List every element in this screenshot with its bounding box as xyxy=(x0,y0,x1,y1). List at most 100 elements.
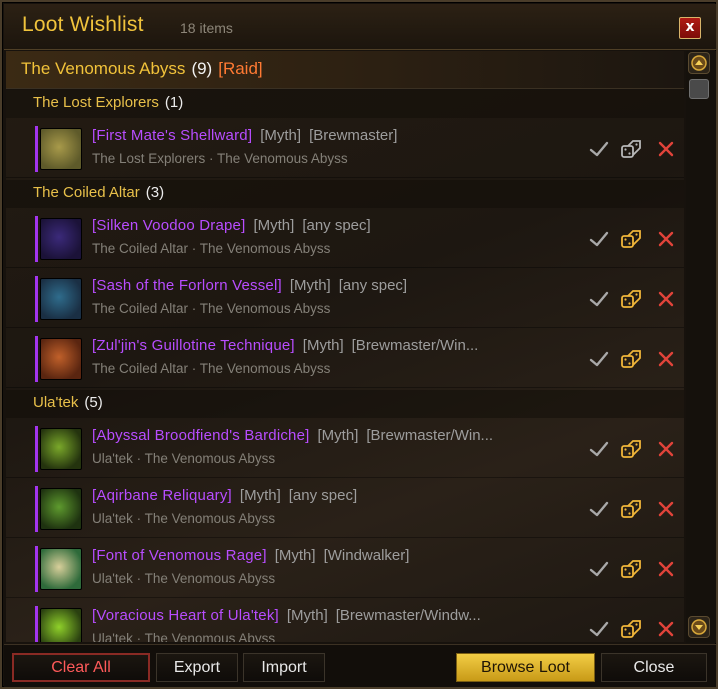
list-item[interactable]: [First Mate's Shellward] [Myth] [Brewmaste… xyxy=(6,120,684,178)
remove-item-button[interactable] xyxy=(654,557,678,581)
boss-name: Ula'tek xyxy=(33,394,79,411)
mark-obtained-button[interactable] xyxy=(587,287,611,311)
dice-icon xyxy=(621,440,641,458)
boss-title: The Lost Explorers (1) xyxy=(33,94,183,111)
browse-loot-button[interactable]: Browse Loot xyxy=(456,653,595,682)
checkmark-icon xyxy=(589,231,609,247)
roll-dice-button[interactable] xyxy=(619,137,643,161)
boss-count: (3) xyxy=(145,184,165,201)
mark-obtained-button[interactable] xyxy=(587,137,611,161)
export-button[interactable]: Export xyxy=(156,653,238,682)
title-bar[interactable]: Loot Wishlist 18 items x xyxy=(4,4,716,50)
item-source: The Coiled Altar · The Venomous Abyss xyxy=(92,361,331,376)
item-name-link[interactable]: [Aqirbane Reliquary] xyxy=(92,487,232,504)
close-window-button[interactable]: x xyxy=(679,17,701,39)
boss-header[interactable]: The Coiled Altar (3) xyxy=(6,180,684,208)
item-title-line: [Silken Voodoo Drape] [Myth] [any spec] xyxy=(92,217,582,234)
quality-bar xyxy=(35,216,38,262)
raid-header[interactable]: The Venomous Abyss (9) [Raid] xyxy=(6,51,684,89)
quality-bar xyxy=(35,276,38,322)
belt-icon xyxy=(40,278,82,320)
item-name-link[interactable]: [First Mate's Shellward] xyxy=(92,127,252,144)
checkmark-icon xyxy=(589,441,609,457)
roll-dice-button[interactable] xyxy=(619,347,643,371)
close-icon xyxy=(658,561,674,577)
item-name-link[interactable]: [Abyssal Broodfiend's Bardiche] xyxy=(92,427,310,444)
mark-obtained-button[interactable] xyxy=(587,437,611,461)
close-icon: x xyxy=(685,19,695,35)
item-count: 18 items xyxy=(180,20,233,36)
remove-item-button[interactable] xyxy=(654,347,678,371)
close-button[interactable]: Close xyxy=(601,653,707,682)
boss-header[interactable]: Ula'tek (5) xyxy=(6,390,684,418)
checkmark-icon xyxy=(589,501,609,517)
difficulty-tag: [Myth] xyxy=(286,607,328,624)
item-name-link[interactable]: [Voracious Heart of Ula'tek] xyxy=(92,607,279,624)
remove-item-button[interactable] xyxy=(654,137,678,161)
list-item[interactable]: [Zul'jin's Guillotine Technique] [Myth] [B… xyxy=(6,330,684,388)
list-item[interactable]: [Abyssal Broodfiend's Bardiche] [Myth] [Br… xyxy=(6,420,684,478)
mark-obtained-button[interactable] xyxy=(587,497,611,521)
item-name-link[interactable]: [Zul'jin's Guillotine Technique] xyxy=(92,337,295,354)
remove-item-button[interactable] xyxy=(654,287,678,311)
remove-item-button[interactable] xyxy=(654,227,678,251)
close-icon xyxy=(658,501,674,517)
remove-item-button[interactable] xyxy=(654,497,678,521)
list-item[interactable]: [Font of Venomous Rage] [Myth] [Windwalker… xyxy=(6,540,684,598)
wishlist-list: The Lost Explorers (1) [First Mate's Shell… xyxy=(6,90,684,642)
cloak-icon xyxy=(40,218,82,260)
roll-dice-button[interactable] xyxy=(619,557,643,581)
scroll-up-icon xyxy=(691,55,707,71)
item-source: The Coiled Altar · The Venomous Abyss xyxy=(92,241,331,256)
roll-dice-button[interactable] xyxy=(619,227,643,251)
boss-name: The Lost Explorers xyxy=(33,94,159,111)
remove-item-button[interactable] xyxy=(654,617,678,641)
roll-dice-button[interactable] xyxy=(619,437,643,461)
item-title-line: [Voracious Heart of Ula'tek] [Myth] [Brewm… xyxy=(92,607,582,624)
boss-count: (5) xyxy=(84,394,103,411)
spec-tag: [any spec] xyxy=(302,217,371,234)
dice-icon xyxy=(621,140,641,158)
close-icon xyxy=(658,141,674,157)
difficulty-tag: [Myth] xyxy=(260,127,302,144)
difficulty-tag: [Myth] xyxy=(253,217,295,234)
relic-icon xyxy=(40,488,82,530)
mark-obtained-button[interactable] xyxy=(587,227,611,251)
difficulty-tag: [Myth] xyxy=(274,547,316,564)
scroll-down-button[interactable] xyxy=(688,616,710,638)
mark-obtained-button[interactable] xyxy=(587,557,611,581)
item-name-link[interactable]: [Silken Voodoo Drape] xyxy=(92,217,245,234)
roll-dice-button[interactable] xyxy=(619,617,643,641)
list-item[interactable]: [Voracious Heart of Ula'tek] [Myth] [Brewm… xyxy=(6,600,684,642)
boss-count: (1) xyxy=(164,94,184,111)
raid-title: The Venomous Abyss (9) [Raid] xyxy=(21,59,263,79)
item-name-link[interactable]: [Sash of the Forlorn Vessel] xyxy=(92,277,282,294)
boss-header[interactable]: The Lost Explorers (1) xyxy=(6,90,684,118)
import-button[interactable]: Import xyxy=(243,653,325,682)
item-source: Ula'tek · The Venomous Abyss xyxy=(92,631,276,642)
difficulty-tag: [Myth] xyxy=(239,487,281,504)
checkmark-icon xyxy=(589,141,609,157)
item-source: The Lost Explorers · The Venomous Abyss xyxy=(92,151,348,166)
list-item[interactable]: [Aqirbane Reliquary] [Myth] [any spec] Ula'… xyxy=(6,480,684,538)
item-title-line: [Abyssal Broodfiend's Bardiche] [Myth] [Br… xyxy=(92,427,582,444)
scrollbar[interactable] xyxy=(686,51,716,643)
clear-all-button[interactable]: Clear All xyxy=(12,653,150,682)
serpent-trinket-icon xyxy=(40,548,82,590)
list-item[interactable]: [Sash of the Forlorn Vessel] [Myth] [any s… xyxy=(6,270,684,328)
scroll-thumb[interactable] xyxy=(689,79,709,99)
list-item[interactable]: [Silken Voodoo Drape] [Myth] [any spec] The… xyxy=(6,210,684,268)
quality-bar xyxy=(35,426,38,472)
heart-icon xyxy=(40,608,82,642)
dice-icon xyxy=(621,350,641,368)
roll-dice-button[interactable] xyxy=(619,287,643,311)
item-name-link[interactable]: [Font of Venomous Rage] xyxy=(92,547,267,564)
mark-obtained-button[interactable] xyxy=(587,347,611,371)
item-title-line: [Zul'jin's Guillotine Technique] [Myth] [B… xyxy=(92,337,582,354)
remove-item-button[interactable] xyxy=(654,437,678,461)
scroll-up-button[interactable] xyxy=(688,52,710,74)
boss-name: The Coiled Altar xyxy=(33,184,140,201)
mark-obtained-button[interactable] xyxy=(587,617,611,641)
roll-dice-button[interactable] xyxy=(619,497,643,521)
difficulty-tag: [Myth] xyxy=(317,427,359,444)
